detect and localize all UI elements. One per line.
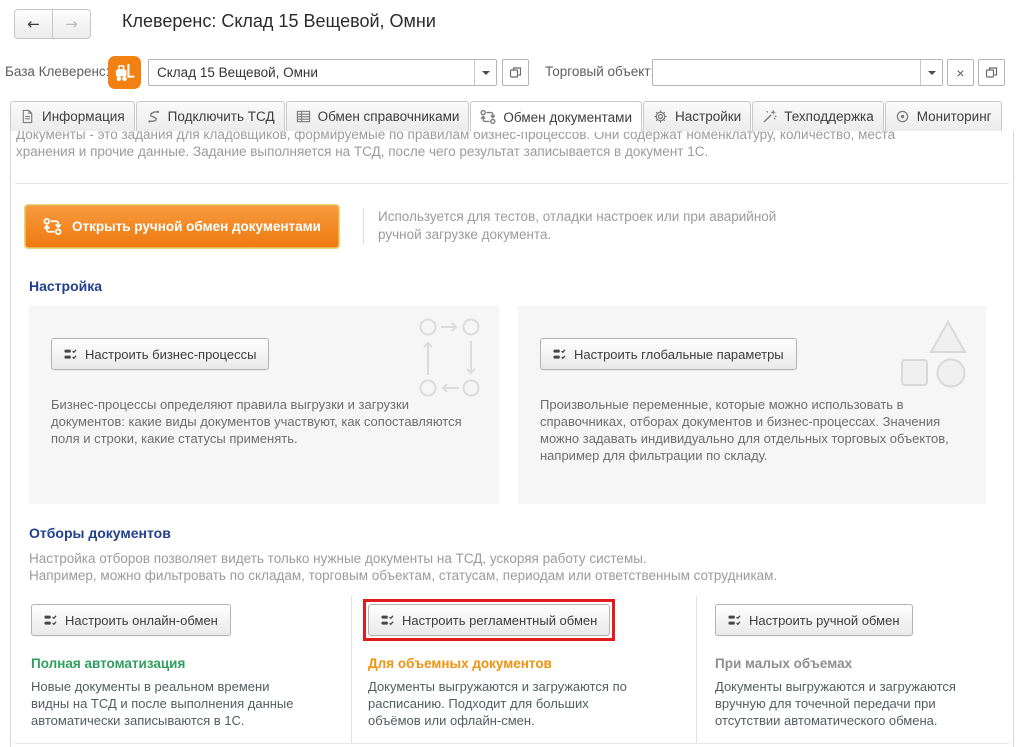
base-dropdown-arrow[interactable] [474,60,496,85]
manual-exchange-description: Документы выгружаются и загружаются вруч… [715,678,983,729]
settings-list-icon [381,614,394,627]
intro-paragraph: Документы - это задания для кладовщиков,… [16,131,1008,178]
settings-list-icon [728,614,741,627]
filters-section-title: Отборы документов [29,525,171,541]
manual-exchange-description: Используется для тестов, отладки настрое… [363,208,810,244]
base-combobox [148,59,497,86]
scheduled-exchange-column: Настроить регламентный обмен Для объемны… [351,596,696,744]
base-open-button[interactable] [502,59,529,86]
trade-open-button[interactable] [978,59,1005,86]
exchange-icon [43,217,62,236]
document-icon [20,109,35,124]
configure-manual-exchange-button[interactable]: Настроить ручной обмен [715,604,913,636]
tab-directory-exchange[interactable]: Обмен справочниками [286,101,470,131]
tab-support[interactable]: Техподдержка [752,101,883,131]
configure-global-parameters-button[interactable]: Настроить глобальные параметры [540,338,797,370]
business-processes-card: Настроить бизнес-процессы Бизнес-процесс… [29,306,499,504]
app-window: ← → Клеверенс: Склад 15 Вещевой, Омни Ба… [0,0,1024,747]
tab-content-panel: Документы - это задания для кладовщиков,… [10,131,1014,747]
divider [15,183,1009,184]
tab-bar: Информация Подключить ТСД Обмен справочн… [10,100,1014,132]
tab-document-exchange[interactable]: Обмен документами [470,101,642,132]
gear-icon [653,109,668,124]
settings-list-icon [553,348,566,361]
global-parameters-card: Настроить глобальные параметры Произволь… [518,306,986,504]
global-parameters-description: Произвольные переменные, которые можно и… [540,396,966,464]
trade-dropdown-arrow[interactable] [920,60,942,85]
settings-list-icon [44,614,57,627]
highlight-box: Настроить регламентный обмен [363,599,615,641]
history-nav: ← → [14,9,91,39]
tab-monitoring[interactable]: Мониторинг [885,101,1002,131]
settings-list-icon [64,348,77,361]
table-icon [296,109,311,124]
settings-section-title: Настройка [29,278,102,294]
open-manual-exchange-button[interactable]: Открыть ручной обмен документами [25,205,339,248]
filters-section-description: Настройка отборов позволяет видеть тольк… [29,550,777,584]
trade-object-label: Торговый объект: [545,64,654,79]
page-title: Клеверенс: Склад 15 Вещевой, Омни [122,11,436,32]
tab-information[interactable]: Информация [10,101,135,131]
configure-scheduled-exchange-button[interactable]: Настроить регламентный обмен [368,604,610,636]
cable-icon [146,109,161,124]
scheduled-exchange-description: Документы выгружаются и загружаются по р… [368,678,636,729]
configure-business-processes-button[interactable]: Настроить бизнес-процессы [51,338,269,370]
online-exchange-description: Новые документы в реальном времени видны… [31,678,299,729]
exchange-options-row: Настроить онлайн-обмен Полная автоматиза… [15,596,1009,744]
forward-button[interactable]: → [53,10,90,38]
exchange-icon [480,109,496,125]
back-button[interactable]: ← [15,10,53,38]
business-processes-description: Бизнес-процессы определяют правила выгру… [51,396,479,447]
trade-clear-button[interactable]: × [947,59,974,86]
manual-exchange-subtitle: При малых объемах [715,656,1001,671]
scheduled-exchange-subtitle: Для объемных документов [368,656,688,671]
configure-online-exchange-button[interactable]: Настроить онлайн-обмен [31,604,231,636]
wand-icon [762,109,777,124]
forklift-icon [108,56,141,89]
trade-object-input[interactable] [653,60,920,85]
online-exchange-subtitle: Полная автоматизация [31,656,343,671]
flowchart-decorative-icon [415,316,485,400]
tab-connect-tsd[interactable]: Подключить ТСД [136,101,285,131]
online-exchange-column: Настроить онлайн-обмен Полная автоматиза… [15,596,351,744]
shapes-decorative-icon [896,316,972,392]
tab-settings[interactable]: Настройки [643,101,751,131]
divider [15,743,1009,744]
manual-exchange-column: Настроить ручной обмен При малых объемах… [696,596,1009,744]
trade-object-combobox [652,59,943,86]
base-label: База Клеверенс: [5,64,109,79]
eye-icon [895,109,910,124]
base-select-input[interactable] [149,60,474,85]
